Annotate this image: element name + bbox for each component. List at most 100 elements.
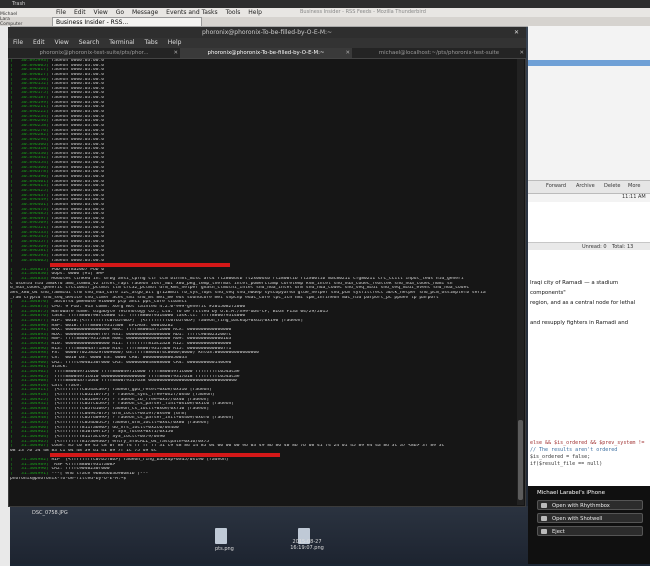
menu-go[interactable]: Go	[116, 9, 124, 16]
log-text: radeon 0000:03:00.0	[51, 258, 105, 263]
more-button[interactable]: More	[628, 183, 640, 190]
log-text: radeon 0000:03:00.0	[51, 207, 105, 212]
log-text: ---[ end trace 968bd6b3b98681b ]---	[48, 472, 149, 477]
timestamp: [ 31.304910]	[10, 383, 49, 388]
timestamp: [ 30.896569]	[10, 244, 52, 249]
message-toolbar: Forward Archive Delete More	[528, 180, 650, 194]
log-text: CS: 0010 DS: 0000 ES: 0000 CR0: 00000000…	[48, 356, 188, 360]
log-text: radeon 0000:03:00.0	[51, 244, 105, 249]
menu-help[interactable]: Help	[248, 9, 262, 16]
close-icon[interactable]: ✕	[519, 48, 524, 58]
terminal-tab[interactable]: michael@localhost:~/pts/phoronix-test-su…	[352, 48, 526, 58]
timestamp: [ 30.896366]	[10, 165, 52, 170]
image-file-icon[interactable]	[215, 528, 227, 544]
menu-tools[interactable]: Tools	[226, 9, 241, 16]
log-text: radeon 0000:03:00.0	[51, 239, 105, 244]
timestamp: [ 31.304890]	[10, 323, 49, 328]
terminal-tab-active[interactable]: phoronix@phoronix-To-be-filled-by-O-E-M:…	[180, 48, 352, 58]
timestamp: [ 31.304989]	[10, 462, 49, 467]
log-text: RSP <ffff880079317a08>	[48, 462, 116, 467]
menu-view[interactable]: View	[94, 9, 108, 16]
timestamp: [ 30.896473]	[10, 207, 52, 212]
eject-icon	[541, 529, 547, 534]
timestamp: [ 31.304833]	[10, 277, 49, 282]
term-menu-edit[interactable]: Edit	[33, 39, 45, 46]
log-text: radeon 0000:03:00.0	[51, 133, 105, 138]
timestamp: [ 31.304900]	[10, 360, 49, 365]
term-menu-file[interactable]: File	[13, 39, 23, 46]
close-icon[interactable]: ✕	[345, 48, 350, 58]
log-text: radeon 0000:03:00.0	[51, 91, 105, 96]
timestamp: [ 31.304982]	[10, 458, 49, 463]
archive-button[interactable]: Archive	[576, 183, 595, 190]
log-text: radeon 0000:03:00.0	[51, 212, 105, 217]
menu-events[interactable]: Events and Tasks	[166, 9, 218, 16]
eject-button[interactable]: Eject	[537, 526, 643, 536]
device-popup	[528, 486, 650, 564]
timestamp: [ 30.896187]	[10, 96, 52, 101]
delete-button[interactable]: Delete	[604, 183, 620, 190]
forward-button[interactable]: Forward	[546, 183, 566, 190]
log-text: CR2: ffffc9040230f000	[48, 467, 110, 472]
timestamp: [ 30.896246]	[10, 119, 52, 124]
term-menu-terminal[interactable]: Terminal	[109, 39, 134, 46]
scrollbar-thumb[interactable]	[518, 420, 523, 500]
log-text: radeon 0000:03:00.0	[51, 235, 105, 240]
timestamp: [ 30.896461]	[10, 202, 52, 207]
desktop-file-label[interactable]: DSC_0758.JPG	[32, 510, 68, 516]
close-icon[interactable]: ✕	[512, 29, 521, 36]
log-text: RSP: 0018:ffff880079317a08 EFLAGS: 00010…	[48, 323, 174, 328]
code-line: $is_ordered = false;	[530, 454, 591, 460]
timestamp: [ 30.896140]	[10, 77, 52, 82]
timestamp: [ 30.896164]	[10, 86, 52, 91]
menu-file[interactable]: File	[56, 9, 66, 16]
timestamp: [ 31.304901]	[10, 365, 49, 370]
log-text: radeon 0000:03:00.0	[51, 184, 105, 189]
log-text: RIP [<ffffffffc07b5f0b>] radeon_ring_bac…	[48, 458, 229, 463]
sidebar-item-michael[interactable]: Michael Lara	[0, 12, 17, 22]
close-icon[interactable]: ✕	[173, 48, 178, 58]
tab-label: phoronix@phoronix-To-be-filled-by-O-E-M:…	[207, 50, 325, 56]
timestamp: [ 31.304891]	[10, 328, 49, 333]
timestamp: [ 30.896027]	[10, 72, 52, 77]
terminal-tab[interactable]: phoronix@phoronix-test-suite/pts/phor...…	[8, 48, 180, 58]
open-shotwell-button[interactable]: Open with Shotwell	[537, 513, 643, 523]
log-text: radeon 0000:03:00.0	[51, 105, 105, 110]
terminal-output[interactable]: [ 30.895993] radeon 0000:03:00.0[ 30.896…	[10, 59, 516, 505]
open-rhythmbox-button[interactable]: Open with Rhythmbox	[537, 500, 643, 510]
timestamp: [ 30.896521]	[10, 226, 52, 231]
term-menu-help[interactable]: Help	[168, 39, 182, 46]
term-menu-tabs[interactable]: Tabs	[145, 39, 158, 46]
timestamp: [ 30.896485]	[10, 212, 52, 217]
redaction-bar	[50, 263, 230, 268]
window-title: Business Insider - RSS Feeds - Mozilla T…	[300, 9, 426, 15]
log-text: 08 23 7b 54 48 83 c1 04 48 39 d1 41 89 7…	[10, 448, 157, 453]
article-line: Iraqi city of Ramadi — a stadium	[530, 280, 619, 286]
term-menu-view[interactable]: View	[55, 39, 69, 46]
shell-prompt[interactable]: phoronix@phoronix-To-be-filled-by-O-E-M:…	[10, 477, 516, 482]
selected-message-row[interactable]	[528, 60, 650, 66]
log-text: [<ffffffffc054acae>] radeon_gpu_reset+0x…	[48, 388, 212, 393]
timestamp: [ 31.304991]	[10, 472, 49, 477]
log-text: radeon 0000:03:00.0	[51, 179, 105, 184]
log-text: aes_x86_64 snd_rawmidi lrw snd_hda_core …	[10, 291, 486, 296]
menu-edit[interactable]: Edit	[74, 9, 86, 16]
log-text: radeon 0000:03:00.0	[51, 151, 105, 156]
term-menu-search[interactable]: Search	[79, 39, 100, 46]
menu-message[interactable]: Message	[132, 9, 158, 16]
timestamp: [ 30.896211]	[10, 105, 52, 110]
log-text: radeon 0000:03:00.0	[51, 123, 105, 128]
log-text: c usbhid hid amdkfd amd_iommu_v2 intel_r…	[10, 281, 453, 286]
log-text: radeon 0000:03:00.0	[51, 86, 105, 91]
desktop-file-label[interactable]: pts.png	[215, 546, 234, 552]
timestamp: [ 30.896175]	[10, 91, 52, 96]
desktop-file-label[interactable]: 2015-08-27 16:19:07.png	[282, 539, 332, 551]
thunderbird-tab[interactable]: Business Insider - RSS...	[52, 17, 202, 26]
timestamp: [ 30.896199]	[10, 100, 52, 105]
log-text: radeon 0000:03:00.0	[51, 119, 105, 124]
timestamp: [ 30.896401]	[10, 179, 52, 184]
trash-icon-label[interactable]: Trash	[12, 1, 25, 7]
log-text: [<ffffffffc057d16e>] radeon_cs_ioctl+0x6…	[48, 407, 210, 412]
desktop-bottom: DSC_0758.JPG pts.png 2015-08-27 16:19:07…	[10, 506, 528, 564]
log-text: Modules linked in: drbg ansi_cprng ctr c…	[48, 277, 464, 282]
